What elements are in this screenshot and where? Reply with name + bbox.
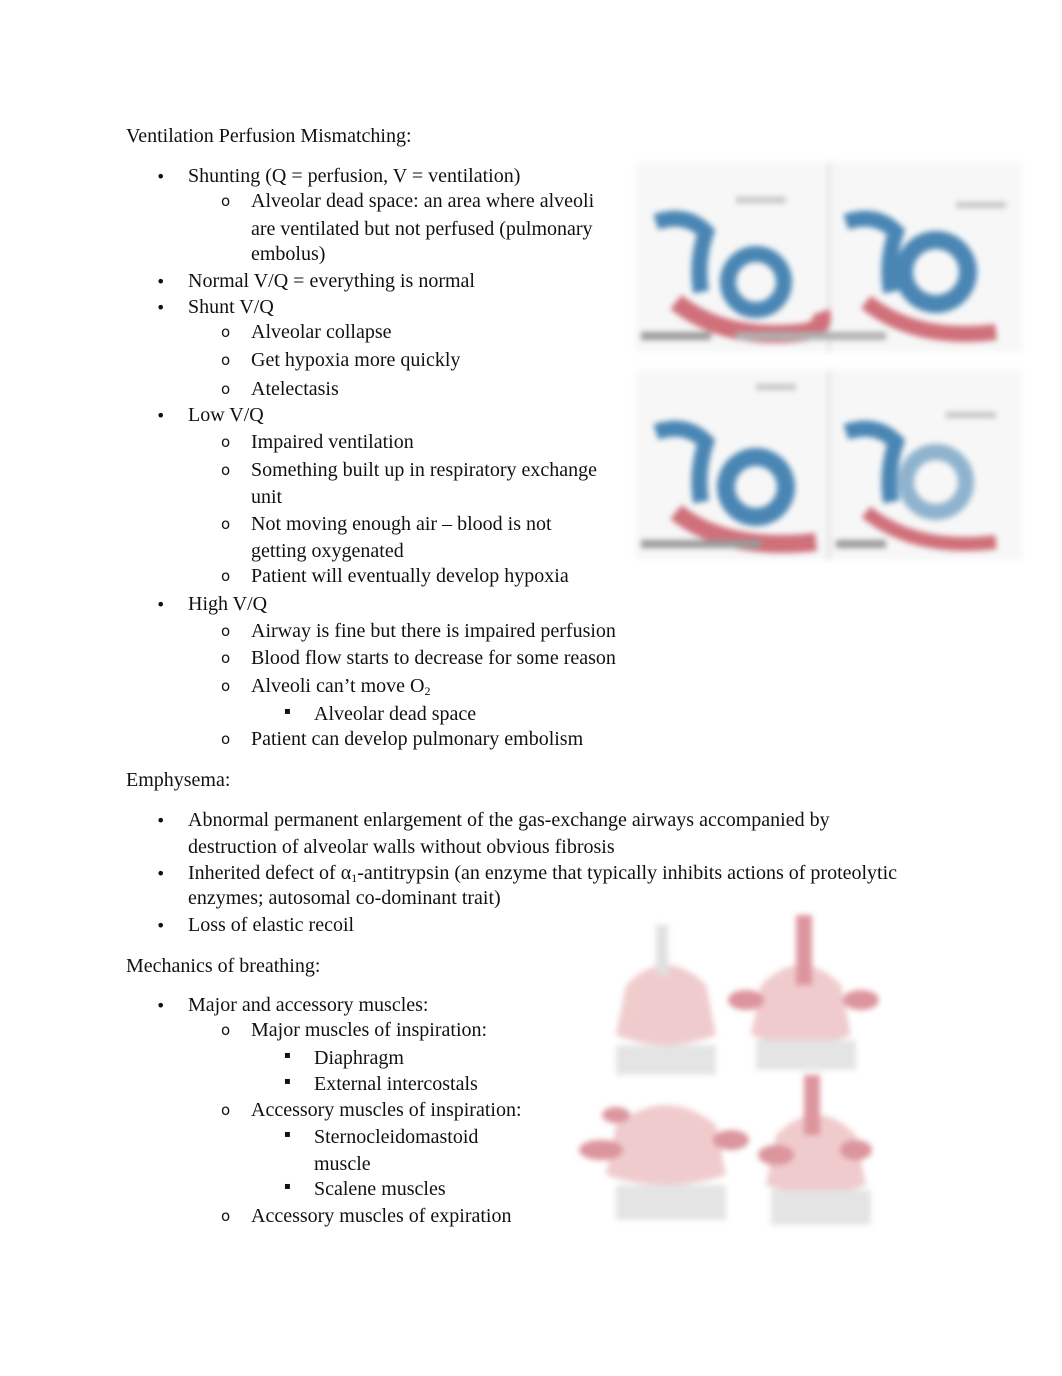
item-text-main: Inherited defect of α — [188, 862, 352, 884]
item-text: Shunt V/Q — [188, 296, 274, 318]
caption-label — [956, 202, 1006, 208]
bullet-square-icon: ▪ — [284, 1129, 291, 1140]
bullet-circle-icon: o — [221, 1207, 231, 1225]
caption-label — [756, 384, 796, 390]
bullet-square-icon: ▪ — [284, 1050, 291, 1061]
bullet-disc-icon: • — [156, 811, 166, 830]
item-text: Accessory muscles of expiration — [251, 1205, 512, 1227]
bullet-circle-icon: o — [221, 1021, 231, 1039]
bullet-disc-icon: • — [156, 298, 166, 317]
caption-label — [641, 332, 711, 340]
bullet-circle-icon: o — [221, 649, 231, 667]
thorax-diagram — [616, 925, 716, 1075]
item-text-rest: -antitrypsin (an enzyme that typically i… — [357, 862, 898, 884]
bullet-circle-icon: o — [221, 351, 231, 369]
caption-label — [641, 540, 761, 548]
item-text: Patient will eventually develop hypoxia — [251, 565, 569, 587]
item-text: Something built up in respiratory exchan… — [251, 459, 598, 481]
heading-emphysema: Emphysema: — [126, 769, 231, 791]
caption-label — [946, 412, 996, 418]
vq-mismatch-figure — [636, 162, 1022, 562]
item-text: getting oxygenated — [251, 540, 404, 562]
bullet-square-icon: ▪ — [284, 1076, 291, 1087]
item-text: Low V/Q — [188, 404, 264, 426]
item-text: Major muscles of inspiration: — [251, 1019, 488, 1041]
subscript: 2 — [424, 684, 431, 698]
bullet-circle-icon: o — [221, 433, 231, 451]
item-text: Airway is fine but there is impaired per… — [251, 620, 616, 642]
breathing-muscles-illustration — [579, 915, 879, 1225]
item-text: Abnormal permanent enlargement of the ga… — [188, 809, 830, 831]
item-text: Alveoli can’t move O2 — [251, 673, 430, 699]
bullet-circle-icon: o — [221, 515, 231, 533]
bullet-disc-icon: • — [156, 996, 166, 1015]
thorax-diagram — [758, 1075, 872, 1225]
item-text: Blood flow starts to decrease for some r… — [251, 647, 616, 669]
item-text: embolus) — [251, 243, 326, 265]
bullet-circle-icon: o — [221, 677, 231, 695]
bullet-disc-icon: • — [156, 167, 166, 186]
item-text: Normal V/Q = everything is normal — [188, 270, 475, 292]
heading-vq-mismatching: Ventilation Perfusion Mismatching: — [126, 125, 412, 147]
bullet-circle-icon: o — [221, 192, 231, 210]
item-text: Alveolar collapse — [251, 321, 392, 343]
item-text: Sternocleidomastoid — [314, 1126, 479, 1148]
item-text: destruction of alveolar walls without ob… — [188, 836, 615, 858]
bullet-circle-icon: o — [221, 1101, 231, 1119]
thorax-diagram — [728, 915, 879, 1070]
item-text: Not moving enough air – blood is not — [251, 513, 552, 535]
item-text: Atelectasis — [251, 378, 339, 400]
item-text: Loss of elastic recoil — [188, 914, 355, 936]
item-text: are ventilated but not perfused (pulmona… — [251, 218, 593, 240]
bullet-circle-icon: o — [221, 380, 231, 398]
bullet-circle-icon: o — [221, 730, 231, 748]
bullet-disc-icon: • — [156, 595, 166, 614]
heading-mechanics-of-breathing: Mechanics of breathing: — [126, 955, 321, 977]
bullet-circle-icon: o — [221, 567, 231, 585]
item-text: unit — [251, 486, 283, 508]
item-text: Alveolar dead space: an area where alveo… — [251, 190, 595, 212]
caption-label — [736, 197, 786, 203]
bullet-square-icon: ▪ — [284, 706, 291, 717]
bullet-circle-icon: o — [221, 461, 231, 479]
item-text: Diaphragm — [314, 1047, 404, 1069]
caption-label — [836, 540, 886, 548]
bullet-disc-icon: • — [156, 272, 166, 291]
bullet-square-icon: ▪ — [284, 1181, 291, 1192]
document-page: Ventilation Perfusion Mismatching: • Shu… — [0, 0, 1062, 1376]
item-text: Shunting (Q = perfusion, V = ventilation… — [188, 165, 521, 187]
item-text: Impaired ventilation — [251, 431, 414, 453]
item-text: Accessory muscles of inspiration: — [251, 1099, 522, 1121]
breathing-muscles-figure — [546, 905, 916, 1235]
item-text-main: Alveoli can’t move O — [251, 675, 425, 697]
bullet-circle-icon: o — [221, 323, 231, 341]
item-text: External intercostals — [314, 1073, 478, 1095]
item-text: enzymes; autosomal co-dominant trait) — [188, 887, 501, 909]
item-text: Major and accessory muscles: — [188, 994, 429, 1016]
bullet-disc-icon: • — [156, 406, 166, 425]
item-text: Patient can develop pulmonary embolism — [251, 728, 584, 750]
bullet-circle-icon: o — [221, 622, 231, 640]
bullet-disc-icon: • — [156, 864, 166, 883]
bullet-disc-icon: • — [156, 916, 166, 935]
caption-label — [736, 332, 886, 340]
item-text: Scalene muscles — [314, 1178, 446, 1200]
item-text: muscle — [314, 1153, 371, 1175]
item-text: Alveolar dead space — [314, 703, 477, 725]
item-text: Get hypoxia more quickly — [251, 349, 461, 371]
vq-mismatch-illustration — [636, 162, 1022, 560]
item-text: High V/Q — [188, 593, 268, 615]
thorax-diagram — [579, 1105, 749, 1220]
item-text: Inherited defect of α1-antitrypsin (an e… — [188, 860, 897, 886]
